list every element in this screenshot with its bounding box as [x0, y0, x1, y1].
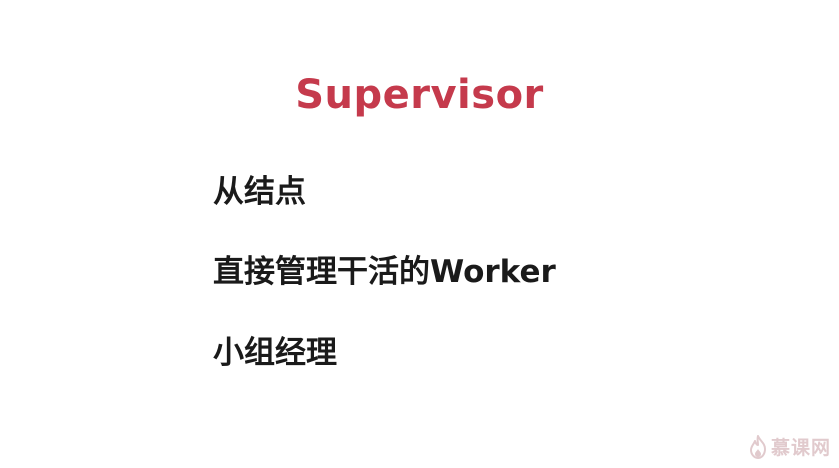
bullet-line-1: 从结点 [213, 174, 306, 210]
slide: Supervisor 从结点 直接管理干活的Worker 小组经理 慕课网 [0, 0, 839, 468]
bullet-line-3: 小组经理 [213, 335, 337, 371]
slide-title: Supervisor [295, 72, 544, 118]
watermark-logo: 慕课网 [749, 433, 831, 460]
bullet-line-2: 直接管理干活的Worker [213, 254, 556, 290]
watermark-text: 慕课网 [770, 437, 831, 459]
flame-icon [749, 434, 766, 459]
